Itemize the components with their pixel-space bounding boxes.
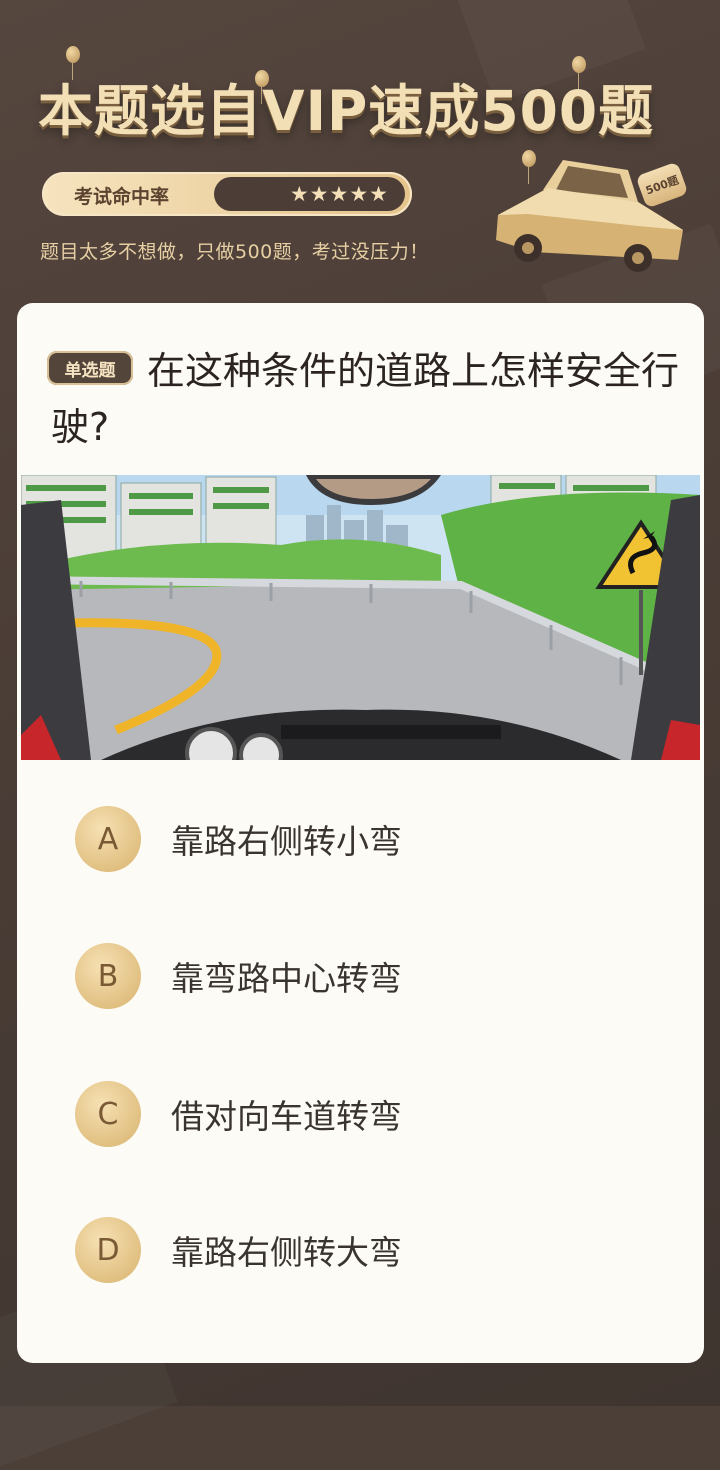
option-b-letter: B [75, 943, 141, 1009]
hit-rate-label: 考试命中率 [74, 186, 170, 208]
option-b-text: 靠弯路中心转弯 [171, 959, 402, 998]
question-type-tag: 单选题 [47, 351, 133, 385]
option-d-text: 靠路右侧转大弯 [171, 1233, 402, 1272]
hit-rate-stars-box: ★★★★★ [214, 177, 405, 211]
question-text: 在这种条件的道路上怎样安全行驶? [51, 349, 680, 449]
hit-rate-pill: 考试命中率 ★★★★★ [42, 172, 412, 216]
option-c-letter: C [75, 1081, 141, 1147]
question-card: 在这种条件的道路上怎样安全行驶? 单选题 A 靠路右侧转小弯 B 靠弯路中心转弯… [17, 303, 704, 1363]
option-c[interactable]: C 借对向车道转弯 [75, 1080, 655, 1148]
banner-slogan: 题目太多不想做，只做500题，考过没压力！ [40, 241, 429, 263]
rating-stars-icon: ★★★★★ [289, 182, 389, 206]
road-scene-image [21, 475, 700, 760]
car-icon [496, 160, 683, 272]
option-c-text: 借对向车道转弯 [171, 1097, 402, 1136]
option-a[interactable]: A 靠路右侧转小弯 [75, 805, 655, 873]
option-a-text: 靠路右侧转小弯 [171, 822, 402, 861]
option-d-letter: D [75, 1217, 141, 1283]
option-a-letter: A [75, 806, 141, 872]
option-d[interactable]: D 靠路右侧转大弯 [75, 1216, 655, 1284]
banner-title: 本题选自VIP速成500题 [38, 79, 655, 143]
option-b[interactable]: B 靠弯路中心转弯 [75, 942, 655, 1010]
balloon-icon [66, 46, 80, 80]
